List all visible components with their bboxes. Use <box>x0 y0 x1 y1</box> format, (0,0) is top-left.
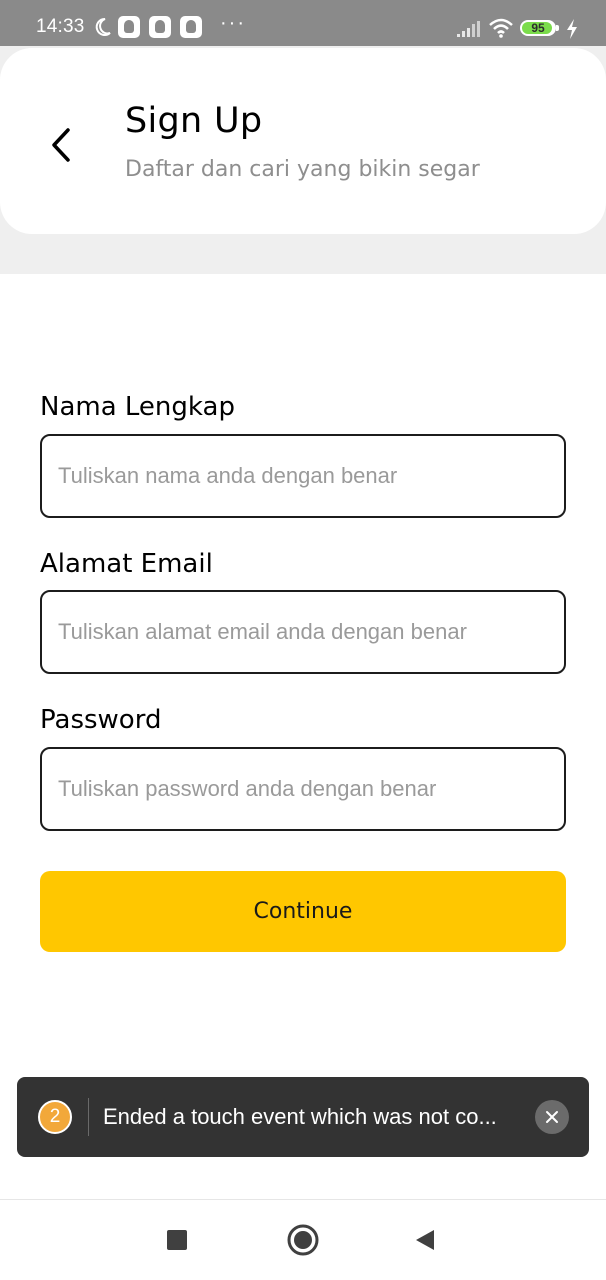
toast-message: Ended a touch event which was not co... <box>103 1104 497 1129</box>
back-button[interactable] <box>38 120 84 170</box>
back-icon[interactable] <box>414 1228 436 1252</box>
continue-button[interactable]: Continue <box>40 871 566 952</box>
signal-icon <box>457 21 480 37</box>
notification-icon <box>149 16 171 38</box>
battery-percentage: 95 <box>531 21 545 35</box>
notification-icon <box>118 16 140 38</box>
page-subtitle: Daftar dan cari yang bikin segar <box>125 157 480 182</box>
email-input[interactable] <box>40 590 566 674</box>
status-bar: 14:33 ··· 95 <box>0 0 606 46</box>
page-title: Sign Up <box>125 101 263 141</box>
wifi-icon <box>489 18 513 38</box>
header-card <box>0 48 606 234</box>
toast-close-button[interactable] <box>535 1100 569 1134</box>
battery-icon: 95 <box>520 20 560 38</box>
charging-icon <box>567 19 577 39</box>
moon-icon <box>95 17 111 36</box>
chevron-left-icon <box>52 128 70 162</box>
status-time: 14:33 <box>36 16 85 37</box>
close-icon <box>546 1111 558 1123</box>
password-input[interactable] <box>40 747 566 831</box>
more-notifications-icon: ··· <box>220 12 246 34</box>
toast-count-badge: 2 <box>38 1100 72 1134</box>
name-input[interactable] <box>40 434 566 518</box>
email-label: Alamat Email <box>40 549 213 579</box>
toast-divider <box>88 1098 89 1136</box>
recent-apps-icon[interactable] <box>167 1230 187 1250</box>
sign-up-screen: 14:33 ··· 95 Sign Up Daftar dan cari yan… <box>0 0 606 1280</box>
error-toast[interactable]: 2 Ended a touch event which was not co..… <box>17 1077 589 1157</box>
password-label: Password <box>40 705 162 735</box>
notification-icon <box>180 16 202 38</box>
home-icon[interactable] <box>287 1224 319 1256</box>
navigation-bar <box>0 1200 606 1280</box>
battery-tip <box>556 25 559 31</box>
name-label: Nama Lengkap <box>40 392 235 422</box>
